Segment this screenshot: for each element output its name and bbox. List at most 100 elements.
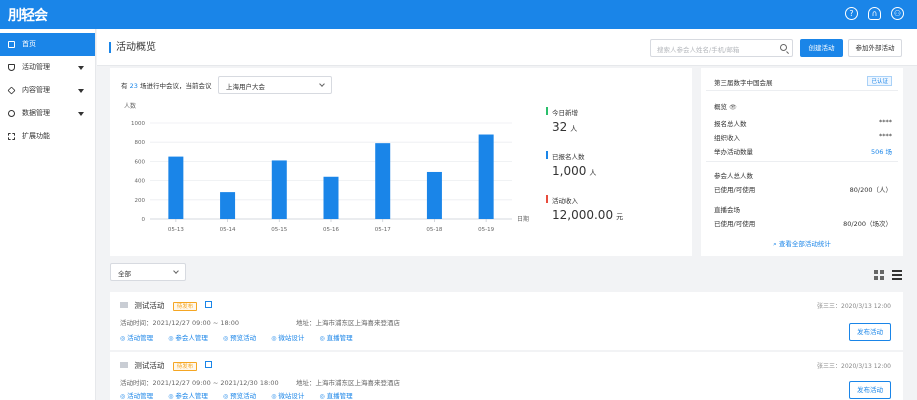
meeting-summary: 有 23 场进行中会议，当前会议 bbox=[121, 82, 212, 90]
live-manage-link[interactable]: 直播管理 bbox=[319, 390, 353, 400]
search-input[interactable]: 搜索人参会人姓名/手机/邮箱 bbox=[650, 39, 793, 57]
grid-view-icon[interactable] bbox=[874, 270, 884, 280]
publish-button[interactable]: 发布活动 bbox=[849, 381, 891, 399]
y-tick-label: 200 bbox=[135, 198, 146, 204]
y-tick-label: 800 bbox=[135, 140, 146, 146]
chart-bar[interactable] bbox=[220, 192, 236, 219]
chart-bar[interactable] bbox=[168, 156, 184, 219]
activity-ops: 活动管理 参会人管理 预览活动 微站设计 直播管理 bbox=[120, 390, 366, 400]
activity-time-row: 活动时间：2021/12/27 09:00 ~ 18:00 bbox=[120, 319, 240, 327]
list-view-icon[interactable] bbox=[892, 270, 902, 280]
status-filter-select[interactable]: 全部 bbox=[110, 263, 186, 281]
activity-manage-link[interactable]: 活动管理 bbox=[120, 390, 153, 400]
publish-button[interactable]: 发布活动 bbox=[849, 323, 891, 341]
activity-manage-link[interactable]: 活动管理 bbox=[120, 332, 153, 342]
shield-icon bbox=[8, 64, 15, 71]
meeting-select[interactable]: 上海用户大会 bbox=[218, 76, 332, 94]
activity-title[interactable]: 测试活动 bbox=[134, 361, 164, 370]
x-tick-label: 05-16 bbox=[323, 227, 339, 233]
y-axis-label: 人数 bbox=[124, 102, 136, 110]
sidebar-item-activity[interactable]: 活动管理 bbox=[0, 56, 95, 79]
eye-icon[interactable]: 👁 bbox=[729, 104, 737, 111]
search-icon: ⌕ bbox=[773, 240, 777, 248]
activity-title-row: 测试活动 待发布 bbox=[120, 360, 212, 371]
today-new-card: 今日新增 32 人 bbox=[546, 104, 686, 142]
join-external-button[interactable]: 参加外部活动 bbox=[848, 39, 902, 57]
chart-bar[interactable] bbox=[323, 176, 339, 219]
divider bbox=[706, 161, 898, 162]
y-tick-label: 0 bbox=[142, 217, 146, 223]
income-value: 12,000.00 元 bbox=[552, 208, 624, 222]
author-timestamp: 张三三：2020/3/13 12:00 bbox=[817, 303, 891, 310]
sidebar-item-label: 扩展功能 bbox=[22, 132, 50, 140]
create-activity-button[interactable]: 创建活动 bbox=[800, 39, 843, 57]
status-badge: 待发布 bbox=[172, 302, 198, 311]
sidebar-item-content[interactable]: 内容管理 bbox=[0, 79, 95, 102]
today-new-value: 32 人 bbox=[552, 120, 578, 134]
sidebar-item-extensions[interactable]: 扩展功能 bbox=[0, 125, 95, 148]
card-accent bbox=[546, 195, 548, 203]
x-tick-label: 05-15 bbox=[271, 227, 287, 233]
live-manage-link[interactable]: 直播管理 bbox=[319, 332, 353, 342]
divider bbox=[706, 90, 898, 91]
today-new-label: 今日新增 bbox=[552, 109, 578, 117]
chevron-down-icon bbox=[78, 112, 84, 116]
org-stat-row: 报名总人数 **** bbox=[714, 118, 892, 128]
help-icon[interactable]: ? bbox=[845, 7, 858, 20]
activity-address-row: 地址：上海市浦东区上海喜来登酒店 bbox=[296, 319, 400, 327]
chart-bar[interactable] bbox=[478, 134, 494, 219]
stats-panel: 有 23 场进行中会议，当前会议 上海用户大会 人数 日期 1000 800 600… bbox=[110, 68, 692, 256]
sidebar-item-home[interactable]: 首页 bbox=[0, 33, 95, 56]
activity-card[interactable]: 测试活动 待发布 活动时间：2021/12/27 09:00 ~ 18:00 地… bbox=[110, 292, 903, 350]
x-axis-label: 日期 bbox=[517, 215, 529, 223]
x-tick-label: 05-14 bbox=[220, 227, 236, 233]
sidebar-item-label: 数据管理 bbox=[22, 109, 50, 117]
preview-link[interactable]: 预览活动 bbox=[223, 332, 256, 342]
registered-label: 已报名人数 bbox=[552, 153, 585, 161]
microsite-link[interactable]: 微站设计 bbox=[271, 390, 304, 400]
microsite-link[interactable]: 微站设计 bbox=[271, 332, 304, 342]
activity-card[interactable]: 测试活动 待发布 活动时间：2021/12/27 09:00 ~ 2021/12… bbox=[110, 352, 903, 400]
attendee-manage-link[interactable]: 参会人管理 bbox=[168, 390, 208, 400]
income-card: 活动收入 12,000.00 元 bbox=[546, 192, 686, 230]
copy-icon[interactable] bbox=[204, 361, 212, 368]
copy-icon[interactable] bbox=[204, 301, 212, 308]
live-label: 直播会场 bbox=[714, 206, 740, 214]
sidebar-item-data[interactable]: 数据管理 bbox=[0, 102, 95, 125]
user-icon[interactable]: ⚇ bbox=[891, 7, 904, 20]
home-icon bbox=[8, 41, 15, 48]
card-accent bbox=[546, 107, 548, 115]
y-tick-label: 1000 bbox=[131, 121, 145, 127]
attendee-label: 参会人总人数 bbox=[714, 172, 753, 180]
registered-value: 1,000 人 bbox=[552, 164, 597, 178]
app-logo[interactable]: 刖轻会 bbox=[8, 5, 48, 25]
verified-badge: 已认证 bbox=[867, 76, 892, 86]
clock-icon bbox=[8, 110, 15, 117]
sidebar-item-label: 首页 bbox=[22, 40, 36, 48]
status-filter-value: 全部 bbox=[118, 270, 131, 278]
activity-address-row: 地址：上海市浦东区上海喜来登酒店 bbox=[296, 379, 400, 387]
chart-bar[interactable] bbox=[426, 171, 442, 219]
x-tick-label: 05-18 bbox=[426, 227, 442, 233]
x-tick-label: 05-19 bbox=[478, 227, 494, 233]
status-badge: 待发布 bbox=[172, 362, 198, 371]
org-stat-row: 组织收入 **** bbox=[714, 132, 892, 142]
search-icon[interactable] bbox=[780, 44, 787, 51]
view-all-stats-link[interactable]: ⌕ 查看全部活动统计 bbox=[701, 238, 903, 249]
grid-icon bbox=[8, 133, 15, 140]
headset-icon[interactable]: ∩ bbox=[868, 7, 881, 20]
chart-bar[interactable] bbox=[271, 160, 287, 219]
chart-bar[interactable] bbox=[375, 143, 391, 219]
chevron-down-icon bbox=[78, 89, 84, 93]
card-accent bbox=[546, 151, 548, 159]
activity-title[interactable]: 测试活动 bbox=[134, 301, 164, 310]
author-timestamp: 张三三：2020/3/13 12:00 bbox=[817, 363, 891, 370]
sidebar: 首页 活动管理 内容管理 数据管理 扩展功能 bbox=[0, 29, 96, 400]
y-tick-label: 400 bbox=[135, 179, 146, 185]
search-placeholder: 搜索人参会人姓名/手机/邮箱 bbox=[657, 46, 740, 54]
page-title: 活动概览 bbox=[109, 42, 156, 53]
registered-card: 已报名人数 1,000 人 bbox=[546, 148, 686, 186]
preview-link[interactable]: 预览活动 bbox=[223, 390, 256, 400]
chevron-down-icon bbox=[173, 268, 179, 274]
attendee-manage-link[interactable]: 参会人管理 bbox=[168, 332, 208, 342]
